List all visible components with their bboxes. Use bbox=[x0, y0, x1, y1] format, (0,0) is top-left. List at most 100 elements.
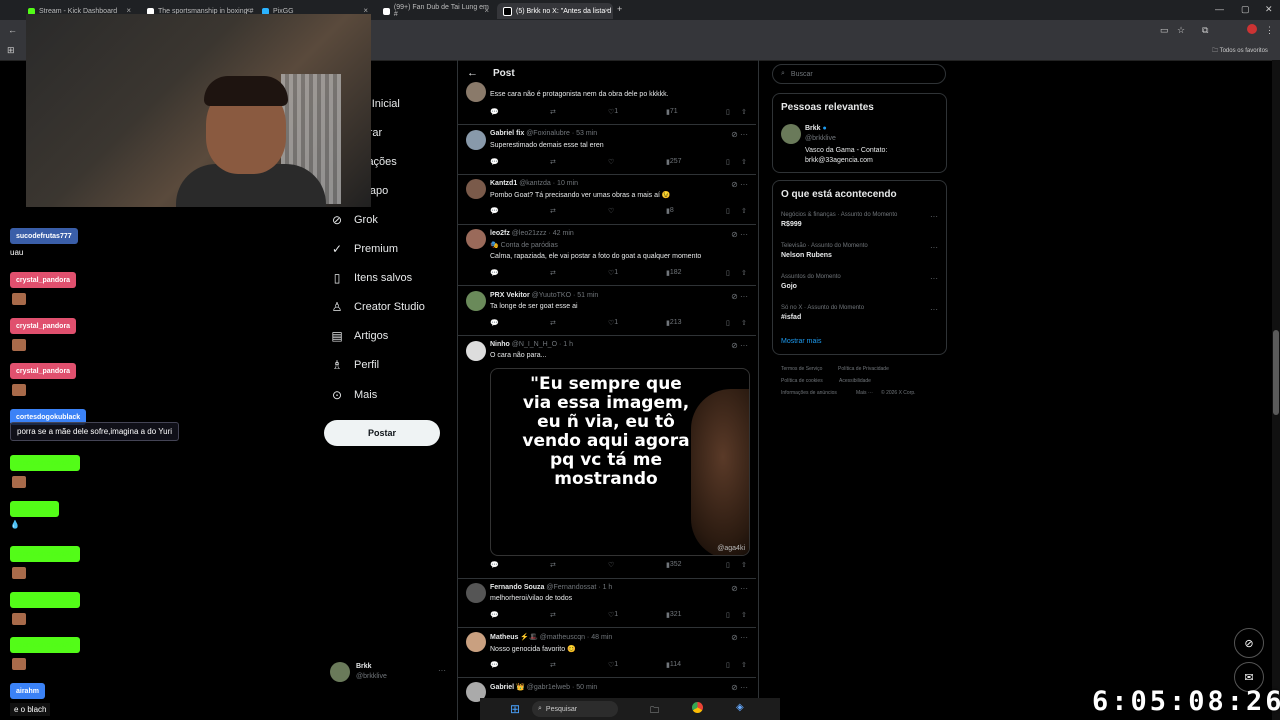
profile-avatar[interactable] bbox=[1247, 24, 1257, 34]
reply[interactable]: Esse cara não é protagonista nem da obra… bbox=[458, 82, 756, 125]
nav-profile[interactable]: ♗ Perfil bbox=[330, 355, 379, 375]
views-icon[interactable]: ▮ 114 bbox=[666, 661, 681, 669]
file-explorer-icon[interactable]: 🗀 bbox=[650, 703, 659, 719]
taskbar-search[interactable]: ⌕ Pesquisar bbox=[532, 701, 618, 717]
post-button[interactable]: Postar bbox=[324, 420, 440, 446]
search-input[interactable]: ⌕ Buscar bbox=[772, 64, 946, 84]
grok-icon[interactable]: ⊘ ··· bbox=[731, 130, 748, 139]
avatar[interactable] bbox=[781, 124, 801, 144]
person-name[interactable]: Brkk ● bbox=[805, 125, 827, 132]
close-window-icon[interactable]: ✕ bbox=[1265, 4, 1273, 15]
windows-start-icon[interactable]: ⊞ bbox=[510, 702, 520, 716]
bookmark-icon[interactable]: ▯ bbox=[726, 108, 730, 116]
back-icon[interactable]: ← bbox=[8, 25, 17, 35]
more-icon[interactable]: ··· bbox=[930, 274, 938, 283]
reply-icon[interactable]: 💬 bbox=[490, 661, 499, 669]
footer-link[interactable]: Termos de Serviço bbox=[781, 366, 822, 372]
trend-title[interactable]: Nelson Rubens bbox=[781, 252, 832, 259]
like-icon[interactable]: ♡ bbox=[608, 158, 614, 166]
share-icon[interactable]: ⇧ bbox=[741, 319, 747, 327]
like-icon[interactable]: ♡ bbox=[608, 207, 614, 215]
footer-link[interactable]: Mais ··· bbox=[856, 390, 873, 396]
minimize-icon[interactable]: — bbox=[1215, 4, 1224, 14]
nav-grok[interactable]: ⊘ Grok bbox=[330, 210, 378, 230]
nav-more[interactable]: ⊙ Mais bbox=[330, 385, 377, 405]
repost-icon[interactable]: ⇄ bbox=[550, 661, 556, 669]
repost-icon[interactable]: ⇄ bbox=[550, 561, 556, 569]
reply-icon[interactable]: 💬 bbox=[490, 611, 499, 619]
reply[interactable]: leo2fz @leo21zzz · 42 min ⊘ ··· 🎭 Conta … bbox=[458, 224, 756, 286]
tab-tiktok-dub[interactable]: (99+) Fan Dub de Tai Lung em # × bbox=[377, 3, 493, 19]
views-icon[interactable]: ▮ 321 bbox=[666, 611, 682, 619]
more-icon[interactable]: ··· bbox=[930, 243, 938, 252]
repost-icon[interactable]: ⇄ bbox=[550, 207, 556, 215]
bookmark-icon[interactable]: ▯ bbox=[726, 158, 730, 166]
footer-link[interactable]: Informações de anúncios bbox=[781, 390, 837, 396]
like-icon[interactable]: ♡ bbox=[608, 561, 614, 569]
reply[interactable]: PRX Vekitor @YuutoTKO · 51 min ⊘ ··· Ta … bbox=[458, 285, 756, 336]
footer-link[interactable]: Política de Privacidade bbox=[838, 366, 889, 372]
apps-icon[interactable]: ⊞ bbox=[7, 45, 15, 56]
tab-x-post[interactable]: (5) Brkk no X: "Antes da lista d × bbox=[497, 3, 613, 19]
share-icon[interactable]: ⇧ bbox=[741, 108, 747, 116]
new-tab-button[interactable]: + bbox=[617, 4, 622, 14]
views-icon[interactable]: ▮ 182 bbox=[666, 269, 682, 277]
like-icon[interactable]: ♡ 1 bbox=[608, 269, 618, 277]
share-icon[interactable]: ⇧ bbox=[741, 661, 747, 669]
bookmark-icon[interactable]: ▯ bbox=[726, 561, 730, 569]
reply[interactable]: Fernando Souza @Fernandossat · 1 h ⊘ ···… bbox=[458, 578, 756, 628]
grok-icon[interactable]: ⊘ ··· bbox=[731, 292, 748, 301]
views-icon[interactable]: ▮ 71 bbox=[666, 108, 678, 116]
bookmark-icon[interactable]: ▯ bbox=[726, 611, 730, 619]
reply-icon[interactable]: 💬 bbox=[490, 269, 499, 277]
extensions-icon[interactable]: ⧉ bbox=[1202, 25, 1208, 36]
menu-icon[interactable]: ⋮ bbox=[1265, 25, 1274, 36]
grok-icon[interactable]: ⊘ ··· bbox=[731, 230, 748, 239]
more-icon[interactable]: ··· bbox=[930, 305, 938, 314]
like-icon[interactable]: ♡ 1 bbox=[608, 319, 618, 327]
share-icon[interactable]: ⇧ bbox=[741, 269, 747, 277]
reply-icon[interactable]: 💬 bbox=[490, 561, 499, 569]
reply[interactable]: Matheus ⚡🎩 @matheuscqn · 48 min ⊘ ··· No… bbox=[458, 627, 756, 678]
repost-icon[interactable]: ⇄ bbox=[550, 319, 556, 327]
views-icon[interactable]: ▮ 352 bbox=[666, 561, 682, 569]
steam-icon[interactable]: ◈ bbox=[736, 702, 744, 713]
like-icon[interactable]: ♡ 1 bbox=[608, 661, 618, 669]
views-icon[interactable]: ▮ 257 bbox=[666, 158, 682, 166]
back-arrow-icon[interactable]: ← bbox=[467, 67, 478, 79]
repost-icon[interactable]: ⇄ bbox=[550, 611, 556, 619]
cast-icon[interactable]: ▭ bbox=[1160, 25, 1169, 36]
views-icon[interactable]: ▮ 213 bbox=[666, 319, 682, 327]
nav-creator-studio[interactable]: ♙ Creator Studio bbox=[330, 297, 425, 317]
grok-icon[interactable]: ⊘ ··· bbox=[731, 584, 748, 593]
scrollbar-thumb[interactable] bbox=[1273, 330, 1279, 415]
grok-icon[interactable]: ⊘ ··· bbox=[731, 633, 748, 642]
grok-float-button[interactable]: ⊘ bbox=[1234, 628, 1264, 658]
share-icon[interactable]: ⇧ bbox=[741, 158, 747, 166]
trend-title[interactable]: Gojo bbox=[781, 283, 797, 290]
chrome-icon[interactable] bbox=[692, 702, 703, 713]
like-icon[interactable]: ♡ 1 bbox=[608, 108, 618, 116]
nav-articles[interactable]: ▤ Artigos bbox=[330, 326, 388, 346]
bookmark-icon[interactable]: ▯ bbox=[726, 269, 730, 277]
reply[interactable]: Gabriel fix @Foxinalubre · 53 min ⊘ ··· … bbox=[458, 124, 756, 175]
trend-title[interactable]: R$999 bbox=[781, 221, 802, 228]
reply-icon[interactable]: 💬 bbox=[490, 207, 499, 215]
reply-icon[interactable]: 💬 bbox=[490, 158, 499, 166]
like-icon[interactable]: ♡ 1 bbox=[608, 611, 618, 619]
star-icon[interactable]: ☆ bbox=[1177, 25, 1185, 36]
grok-icon[interactable]: ⊘ ··· bbox=[731, 180, 748, 189]
reply-icon[interactable]: 💬 bbox=[490, 108, 499, 116]
footer-link[interactable]: Política de cookies bbox=[781, 378, 823, 384]
maximize-icon[interactable]: ▢ bbox=[1241, 4, 1250, 15]
all-bookmarks[interactable]: 🗀 Todos os favoritos bbox=[1212, 46, 1268, 56]
account-switcher[interactable]: Brkk @brkklive ··· bbox=[330, 662, 450, 686]
repost-icon[interactable]: ⇄ bbox=[550, 108, 556, 116]
reply[interactable]: Kantzd1 @kantzda · 10 min ⊘ ··· Pombo Go… bbox=[458, 174, 756, 225]
bookmark-icon[interactable]: ▯ bbox=[726, 207, 730, 215]
footer-link[interactable]: Acessibilidade bbox=[839, 378, 871, 384]
share-icon[interactable]: ⇧ bbox=[741, 561, 747, 569]
grok-icon[interactable]: ⊘ ··· bbox=[731, 341, 748, 350]
repost-icon[interactable]: ⇄ bbox=[550, 158, 556, 166]
more-icon[interactable]: ··· bbox=[930, 212, 938, 221]
